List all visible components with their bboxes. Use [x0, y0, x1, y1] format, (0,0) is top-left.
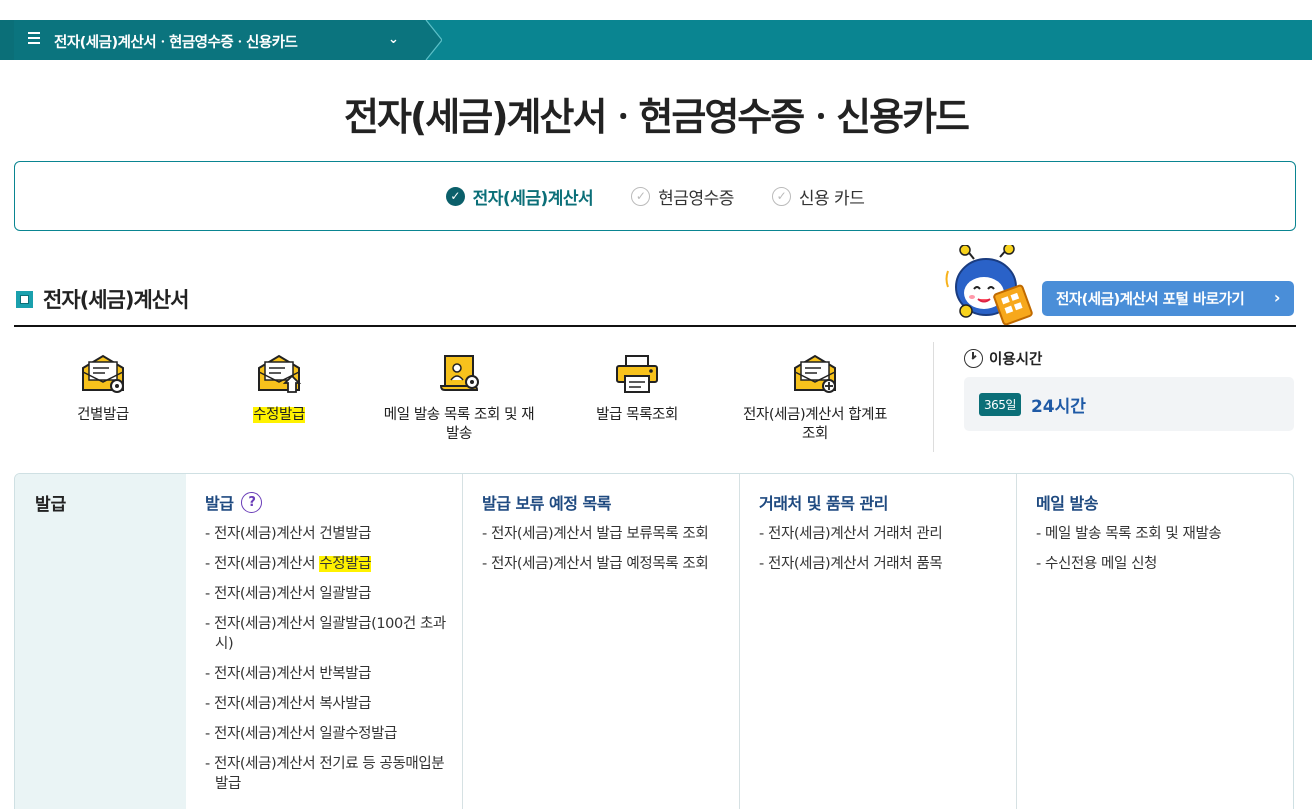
- quick-menu-label: 발급 목록조회: [596, 407, 678, 423]
- page-title: 전자(세금)계산서ㆍ현금영수증ㆍ신용카드: [343, 95, 970, 139]
- list-item[interactable]: - 전자(세금)계산서 발급 보류목록 조회: [482, 524, 732, 544]
- list-item[interactable]: - 메일 발송 목록 조회 및 재발송: [1036, 524, 1286, 544]
- list-item[interactable]: - 전자(세금)계산서 건별발급: [205, 524, 455, 544]
- chevron-right-icon: ›: [1273, 288, 1281, 307]
- portal-button-label: 전자(세금)계산서 포털 바로가기: [1056, 292, 1245, 308]
- tab-cash-receipt[interactable]: ✓ 현금영수증: [631, 184, 734, 209]
- quick-menu-single-issue[interactable]: 건별발급: [23, 352, 183, 425]
- column-heading: 발급 ?: [205, 490, 455, 514]
- column-heading-text[interactable]: 거래처 및 품목 관리: [759, 490, 888, 514]
- portal-shortcut-button[interactable]: 전자(세금)계산서 포털 바로가기 ›: [1042, 281, 1294, 316]
- link-list: - 전자(세금)계산서 발급 보류목록 조회 - 전자(세금)계산서 발급 예정…: [482, 524, 732, 574]
- quick-menu-summary-table[interactable]: 전자(세금)계산서 합계표 조회: [735, 352, 895, 444]
- list-item[interactable]: - 전자(세금)계산서 일괄발급: [205, 584, 455, 604]
- column-mail: 메일 발송 - 메일 발송 목록 조회 및 재발송 - 수신전용 메일 신청: [1036, 474, 1286, 809]
- link-list: - 전자(세금)계산서 거래처 관리 - 전자(세금)계산서 거래처 품목: [759, 524, 1009, 574]
- breadcrumb-dropdown[interactable]: 전자(세금)계산서ㆍ현금영수증ㆍ신용카드 ⌄: [14, 20, 442, 60]
- panel-side-title: 발급: [35, 495, 67, 515]
- list-item[interactable]: - 전자(세금)계산서 거래처 품목: [759, 554, 1009, 574]
- column-heading-text[interactable]: 발급: [205, 490, 234, 514]
- envelope-upload-icon: [258, 354, 302, 393]
- vertical-divider: [933, 342, 934, 452]
- link-list: - 전자(세금)계산서 건별발급 - 전자(세금)계산서 수정발급 - 전자(세…: [205, 524, 455, 794]
- quick-menu-label: 수정발급: [199, 406, 359, 425]
- quick-menu-label: 전자(세금)계산서 합계표 조회: [742, 407, 888, 442]
- top-navigation-bar: 전자(세금)계산서ㆍ현금영수증ㆍ신용카드 ⌄: [0, 20, 1312, 60]
- top-bar-accent: [0, 20, 14, 60]
- mascot-character-icon: [945, 245, 1033, 326]
- list-item[interactable]: - 전자(세금)계산서 일괄발급(100건 초과 시): [205, 614, 455, 654]
- column-heading: 발급 보류 예정 목록: [482, 490, 732, 514]
- column-hold-list: 발급 보류 예정 목록 - 전자(세금)계산서 발급 보류목록 조회 - 전자(…: [482, 474, 732, 809]
- check-circle-icon: ✓: [445, 186, 465, 206]
- clock-icon: [964, 349, 983, 368]
- hours-value: 24시간: [1030, 396, 1086, 417]
- quick-menu-label: 건별발급: [77, 407, 129, 423]
- square-bullet-icon: [16, 290, 33, 308]
- breadcrumb-label: 전자(세금)계산서ㆍ현금영수증ㆍ신용카드: [54, 35, 298, 51]
- list-item[interactable]: - 전자(세금)계산서 일괄수정발급: [205, 724, 455, 744]
- quick-menu-label-highlight: 수정발급: [253, 407, 305, 423]
- envelope-plus-icon: [794, 354, 836, 393]
- list-item[interactable]: - 수신전용 메일 신청: [1036, 554, 1286, 574]
- list-item[interactable]: - 전자(세금)계산서 거래처 관리: [759, 524, 1009, 544]
- tab-label: 신용 카드: [798, 188, 865, 209]
- envelope-gear-icon: [82, 354, 124, 393]
- column-heading: 메일 발송: [1036, 490, 1286, 514]
- tab-credit-card[interactable]: ✓ 신용 카드: [771, 184, 865, 209]
- list-item[interactable]: - 전자(세금)계산서 전기료 등 공동매입분 발급: [205, 754, 455, 794]
- quick-menu-amended-issue[interactable]: 수정발급: [199, 352, 359, 425]
- check-circle-icon: ✓: [771, 186, 791, 206]
- column-partner-items: 거래처 및 품목 관리 - 전자(세금)계산서 거래처 관리 - 전자(세금)계…: [759, 474, 1009, 809]
- category-tabs: ✓ 전자(세금)계산서 ✓ 현금영수증 ✓ 신용 카드: [14, 161, 1296, 231]
- quick-menu-label: 메일 발송 목록 조회 및 재발송: [383, 407, 535, 442]
- list-item[interactable]: - 전자(세금)계산서 수정발급: [205, 554, 455, 574]
- days-badge: 365일: [979, 392, 1021, 416]
- service-hours-box: 365일 24시간: [964, 377, 1294, 431]
- check-circle-icon: ✓: [631, 186, 651, 206]
- link-list: - 메일 발송 목록 조회 및 재발송 - 수신전용 메일 신청: [1036, 524, 1286, 574]
- scroll-search-icon: [439, 355, 479, 391]
- section-title-text: 전자(세금)계산서: [43, 288, 189, 312]
- tab-label: 전자(세금)계산서: [472, 188, 594, 209]
- list-item[interactable]: - 전자(세금)계산서 발급 예정목록 조회: [482, 554, 732, 574]
- list-item-highlight: 수정발급: [319, 556, 372, 572]
- issue-menu-panel: 발급 발급 ? - 전자(세금)계산서 건별발급 - 전자(세금)계산서 수정발…: [14, 473, 1294, 809]
- column-divider: [1016, 474, 1017, 809]
- list-item-text: - 전자(세금)계산서: [205, 556, 320, 572]
- column-divider: [739, 474, 740, 809]
- hamburger-menu-icon[interactable]: [28, 32, 40, 46]
- section-divider: [14, 325, 1296, 327]
- quick-menu-mail-list[interactable]: 메일 발송 목록 조회 및 재발송: [379, 352, 539, 444]
- section-title: 전자(세금)계산서: [16, 284, 189, 314]
- chevron-down-icon[interactable]: ⌄: [388, 32, 399, 47]
- column-heading-text[interactable]: 발급 보류 예정 목록: [482, 490, 611, 514]
- list-item[interactable]: - 전자(세금)계산서 반복발급: [205, 664, 455, 684]
- column-heading: 거래처 및 품목 관리: [759, 490, 1009, 514]
- tab-label: 현금영수증: [658, 188, 734, 209]
- quick-menu-issue-list[interactable]: 발급 목록조회: [557, 352, 717, 425]
- service-hours-label: 이용시간: [989, 352, 1043, 368]
- printer-icon: [616, 355, 658, 393]
- column-heading-text[interactable]: 메일 발송: [1036, 490, 1098, 514]
- column-divider: [462, 474, 463, 809]
- service-hours-title: 이용시간: [964, 348, 1042, 369]
- help-question-icon[interactable]: ?: [241, 491, 263, 513]
- tab-tax-invoice[interactable]: ✓ 전자(세금)계산서: [445, 184, 594, 209]
- column-issue: 발급 ? - 전자(세금)계산서 건별발급 - 전자(세금)계산서 수정발급 -…: [205, 474, 455, 809]
- panel-side: 발급: [15, 474, 186, 809]
- list-item[interactable]: - 전자(세금)계산서 복사발급: [205, 694, 455, 714]
- breadcrumb-arrow-shape: [420, 20, 442, 60]
